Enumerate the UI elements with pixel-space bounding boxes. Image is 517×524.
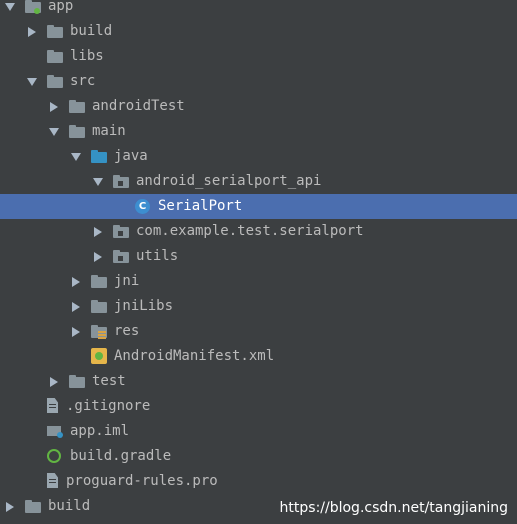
package-icon [113,249,129,264]
source-folder-icon [91,149,107,164]
tree-item-label: src [70,73,96,89]
tree-item-label: jniLibs [114,298,174,314]
tree-item-label: test [92,373,126,389]
collapsed-arrow-icon[interactable] [70,294,82,319]
expanded-arrow-icon[interactable] [92,169,104,194]
collapsed-arrow-icon[interactable] [92,219,104,244]
tree-item-label: SerialPort [158,198,243,214]
tree-item-label: libs [70,48,104,64]
tree-item-label: proguard-rules.pro [66,473,218,489]
tree-item-label: com.example.test.serialport [136,223,364,239]
tree-row-src[interactable]: src [0,69,517,94]
tree-item-label: android_serialport_api [136,173,322,189]
collapsed-arrow-icon[interactable] [26,19,38,44]
tree-item-label: main [92,123,126,139]
tree-row-jni[interactable]: jni [0,269,517,294]
tree-row-app[interactable]: app [0,0,517,19]
tree-item-label: androidTest [92,98,185,114]
tree-row-libs[interactable]: libs [0,44,517,69]
tree-item-label: jni [114,273,140,289]
iml-file-icon [47,424,63,438]
tree-row-res[interactable]: res [0,319,517,344]
collapsed-arrow-icon[interactable] [70,269,82,294]
tree-item-label: AndroidManifest.xml [114,348,275,364]
expanded-arrow-icon[interactable] [4,0,16,19]
project-tree: app build libs src androidTest main java androi… [0,0,517,519]
collapsed-arrow-icon[interactable] [48,369,60,394]
tree-row-android-serialport-api[interactable]: android_serialport_api [0,169,517,194]
expanded-arrow-icon[interactable] [70,144,82,169]
package-icon [113,224,129,239]
folder-icon [91,274,107,289]
expanded-arrow-icon[interactable] [26,69,38,94]
text-file-icon [47,398,58,413]
package-icon [113,174,129,189]
tree-row-utils[interactable]: utils [0,244,517,269]
tree-row-androidtest[interactable]: androidTest [0,94,517,119]
tree-item-label: build.gradle [70,448,172,464]
tree-row--gitignore[interactable]: .gitignore [0,394,517,419]
gradle-icon [47,449,61,463]
module-folder-icon [25,0,41,14]
tree-row-proguard-rules-pro[interactable]: proguard-rules.pro [0,469,517,494]
tree-row-build-gradle[interactable]: build.gradle [0,444,517,469]
tree-row-test[interactable]: test [0,369,517,394]
folder-icon [69,124,85,139]
folder-icon [69,99,85,114]
folder-icon [47,74,63,89]
tree-item-label: java [114,148,148,164]
class-icon: C [135,199,150,214]
tree-row-serialport[interactable]: C SerialPort [0,194,517,219]
collapsed-arrow-icon[interactable] [48,94,60,119]
watermark-text: https://blog.csdn.net/tangjianing [279,500,508,516]
tree-row-com-example-test-serialport[interactable]: com.example.test.serialport [0,219,517,244]
collapsed-arrow-icon[interactable] [4,494,16,519]
tree-item-label: build [70,23,113,39]
folder-icon [25,499,41,514]
expanded-arrow-icon[interactable] [48,119,60,144]
tree-row-build[interactable]: build [0,19,517,44]
tree-row-app-iml[interactable]: app.iml [0,419,517,444]
tree-row-jnilibs[interactable]: jniLibs [0,294,517,319]
tree-item-label: utils [136,248,179,264]
tree-item-label: build [48,498,91,514]
folder-icon [47,24,63,39]
tree-row-androidmanifest-xml[interactable]: AndroidManifest.xml [0,344,517,369]
folder-icon [91,299,107,314]
collapsed-arrow-icon[interactable] [92,244,104,269]
tree-item-label: app.iml [70,423,130,439]
folder-icon [69,374,85,389]
tree-item-label: app [48,0,74,14]
manifest-xml-icon [91,348,107,364]
tree-row-main[interactable]: main [0,119,517,144]
tree-item-label: .gitignore [66,398,151,414]
folder-icon [47,49,63,64]
tree-row-java[interactable]: java [0,144,517,169]
resource-folder-icon [91,324,107,339]
collapsed-arrow-icon[interactable] [70,319,82,344]
tree-item-label: res [114,323,140,339]
text-file-icon [47,473,58,488]
